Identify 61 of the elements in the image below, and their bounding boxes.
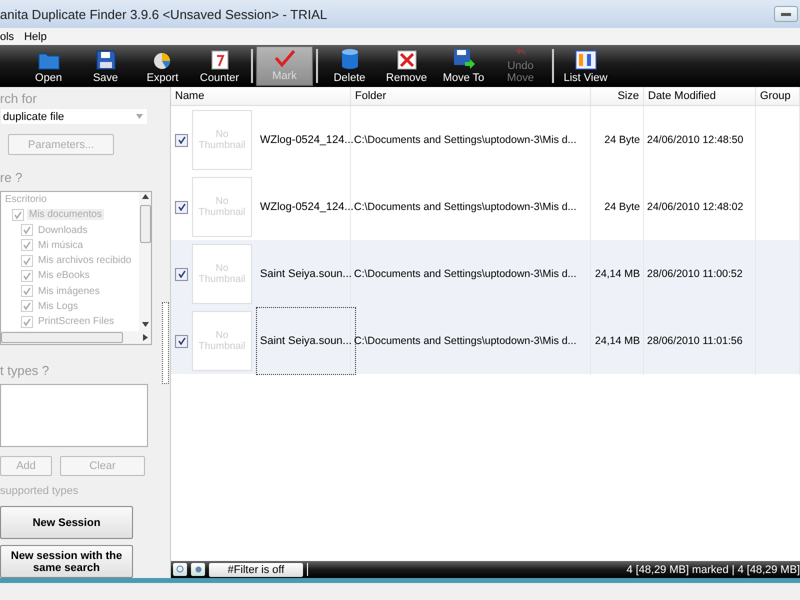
scroll-arrow-icon[interactable] [142, 194, 148, 201]
toolbar-button[interactable]: Save [77, 45, 134, 87]
checkbox[interactable] [21, 316, 33, 328]
column-header[interactable]: Folder [351, 87, 591, 105]
toolbar-button[interactable]: Remove [378, 45, 435, 87]
status-summary: 4 [48,29 MB] marked | 4 [48,29 MB] [626, 564, 800, 576]
filter-button[interactable]: #Filter is off [209, 562, 303, 576]
table-cell: C:\Documents and Settings\uptodown-3\Mis d... [351, 307, 591, 375]
toolbar-button[interactable]: Counter [191, 45, 248, 87]
list-view-icon [574, 50, 596, 70]
menu-item[interactable]: ols [0, 30, 14, 42]
x-mark-icon [396, 50, 416, 70]
toolbar-button[interactable]: Open [20, 45, 77, 87]
toolbar-button[interactable]: Export [134, 45, 191, 87]
toolbar-button[interactable]: Move To [435, 45, 492, 87]
column-header[interactable]: Name [171, 87, 351, 105]
types-note: supported types [0, 485, 80, 498]
toolbar-button[interactable]: Delete [321, 45, 378, 87]
section-heading: re ? [0, 170, 24, 187]
table-cell: 24/06/2010 12:48:50 [644, 106, 756, 174]
section-heading: t types ? [0, 363, 50, 380]
checkbox[interactable] [21, 270, 33, 282]
checkbox[interactable] [12, 208, 24, 221]
search-icon[interactable] [173, 563, 187, 576]
file-types-list[interactable] [0, 384, 148, 448]
column-header[interactable]: Size [591, 87, 644, 105]
table-cell: 24 Byte [591, 106, 644, 174]
section-heading: rch for [0, 91, 38, 108]
splitter-handle[interactable] [162, 302, 168, 384]
disk-arrow-icon [452, 48, 474, 70]
checkbox[interactable] [175, 134, 188, 146]
caret-icon [136, 114, 143, 120]
checkbox[interactable] [175, 200, 188, 214]
scrollbar-thumb[interactable] [1, 332, 123, 344]
table-cell: 24,14 MB [591, 307, 644, 375]
toolbar-button[interactable]: List View [557, 45, 614, 87]
new-session-button[interactable]: New Session [0, 506, 133, 540]
checkbox[interactable] [175, 334, 188, 348]
checkmark-icon [274, 48, 296, 68]
checkbox[interactable] [21, 300, 33, 312]
search-type-dropdown[interactable]: duplicate file [0, 108, 148, 126]
column-header[interactable]: Group [756, 87, 800, 105]
table-cell: 28/06/2010 11:01:56 [644, 307, 756, 375]
checkbox[interactable] [21, 239, 33, 252]
minimize-button[interactable] [774, 6, 798, 22]
column-header[interactable]: Date Modified [644, 87, 756, 105]
menu-item[interactable]: Help [24, 30, 47, 42]
scrollbar[interactable] [1, 331, 151, 344]
checkbox[interactable] [21, 254, 33, 267]
window-title: anita Duplicate Finder 3.9.6 <Unsaved Session> - TRIAL [0, 6, 328, 22]
scrollbar-thumb[interactable] [140, 204, 150, 243]
table-cell-text: Saint Seiya.soun... [259, 267, 353, 282]
table-cell: C:\Documents and Settings\uptodown-3\Mis d... [351, 106, 591, 174]
checkbox[interactable] [175, 268, 188, 280]
checkbox[interactable] [21, 224, 33, 236]
scrollbar[interactable] [139, 192, 151, 332]
calendar-page-icon [210, 50, 228, 70]
cylinder-icon [340, 48, 358, 70]
same-search-button[interactable]: New session with the same search [0, 545, 133, 578]
checkbox[interactable] [21, 285, 33, 298]
table-cell: Saint Seiya.soun... [256, 307, 356, 375]
